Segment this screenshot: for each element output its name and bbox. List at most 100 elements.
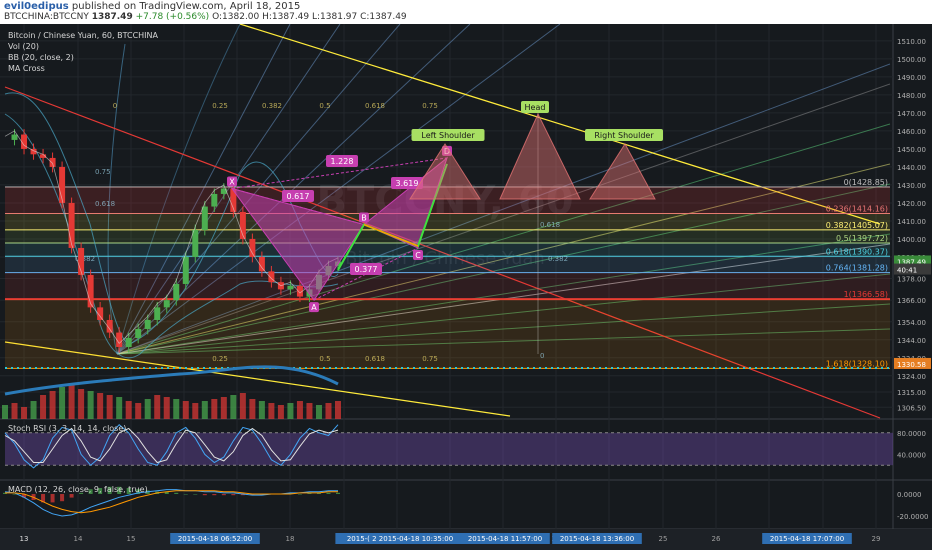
fan-label: 0	[540, 352, 544, 360]
macd-histogram-bar	[174, 492, 179, 494]
volume-bar	[239, 393, 246, 419]
volume-bar	[315, 405, 322, 419]
candle-body	[201, 206, 208, 230]
fan-label: 0.75	[422, 102, 438, 110]
fan-label: 0.382	[548, 255, 568, 263]
volume-bar	[182, 401, 189, 419]
macd-axis-label: 0.0000	[897, 491, 922, 499]
volume-bar	[249, 399, 256, 419]
fib-band	[5, 243, 890, 257]
price-tag-label: 1330.58	[897, 361, 926, 369]
fib-level-label: 0.618(1390.37)	[826, 247, 888, 256]
chart-canvas[interactable]: BTCCNY, 60Bitcoin / Chinese Yuan0(1428.8…	[0, 24, 932, 550]
price-axis-label: 1500.00	[897, 56, 926, 64]
volume-bar	[11, 403, 18, 419]
macd-histogram-bar	[297, 494, 302, 495]
volume-bar	[30, 401, 37, 419]
author-link[interactable]: evil0edipus	[4, 1, 69, 12]
fib-level-label: 0.236(1414.16)	[826, 204, 888, 213]
macd-histogram-bar	[202, 494, 207, 496]
fan-label: 0.75	[95, 168, 111, 176]
volume-bar	[106, 395, 113, 419]
fib-level-label: 1(1366.58)	[844, 290, 888, 299]
volume-bar	[306, 403, 313, 419]
candle-body	[11, 134, 18, 140]
stoch-rsi-label[interactable]: Stoch RSI (3, 3, 14, 14, close)	[8, 424, 126, 433]
volume-bar	[116, 397, 123, 419]
volume-bar	[135, 403, 142, 419]
price-change: +7.78 (+0.56%)	[135, 12, 210, 22]
price-axis-label: 1324.00	[897, 373, 926, 381]
chart-area[interactable]: BTCCNY, 60Bitcoin / Chinese Yuan0(1428.8…	[0, 24, 932, 550]
macd-label[interactable]: MACD (12, 26, close, 9, false, true)	[8, 485, 148, 494]
pattern-point-label: B	[361, 214, 367, 223]
price-axis-label: 1470.00	[897, 110, 926, 118]
volume-bar	[211, 399, 218, 419]
macd-histogram-bar	[69, 494, 74, 498]
volume-bar	[277, 405, 284, 419]
legend-bb[interactable]: BB (20, close, 2)	[8, 52, 158, 63]
macd-histogram-bar	[193, 494, 198, 495]
pattern-ratio-label: 0.617	[287, 192, 310, 201]
fib-level-label: 0(1428.85)	[844, 178, 888, 187]
fan-label: 0	[113, 102, 117, 110]
macd-histogram-bar	[336, 492, 340, 494]
hs-label: Left Shoulder	[421, 131, 475, 140]
volume-bar	[125, 401, 132, 419]
macd-histogram-bar	[60, 494, 65, 502]
time-marker-label: 2015-04-18 13:36:00	[560, 535, 634, 543]
publish-header: evil0edipus published on TradingView.com…	[0, 0, 932, 24]
time-axis-label: 18	[286, 535, 295, 543]
publish-info: published on TradingView.com, April 18, …	[71, 1, 301, 12]
price-axis-label: 1378.00	[897, 276, 926, 284]
macd-axis-label: -20.0000	[897, 513, 928, 521]
pattern-ratio-label: 1.228	[331, 157, 354, 166]
ohlc-values: O:1382.00 H:1387.49 L:1381.97 C:1387.49	[212, 12, 407, 22]
candle-body	[287, 285, 294, 290]
volume-bar	[49, 391, 56, 419]
legend-vol[interactable]: Vol (20)	[8, 41, 158, 52]
fib-band	[5, 272, 890, 300]
stoch-axis-label: 40.0000	[897, 451, 926, 459]
price-axis-label: 1450.00	[897, 146, 926, 154]
fib-level-label: 1.618(1328.10)	[826, 359, 888, 368]
time-marker-label: 2015-04-18 17:07:00	[770, 535, 844, 543]
volume-bar	[78, 389, 85, 419]
fib-band	[5, 213, 890, 230]
candle-body	[135, 328, 142, 338]
legend-ma-cross[interactable]: MA Cross	[8, 63, 158, 74]
pattern-point-label: A	[311, 303, 317, 312]
fan-label: 0.5	[319, 355, 330, 363]
fan-label: 0.25	[212, 355, 228, 363]
fan-label: 0.618	[95, 200, 115, 208]
candle-body	[144, 319, 151, 329]
fan-label: 0.5	[319, 102, 330, 110]
volume-bar	[201, 401, 208, 419]
volume-bar	[220, 397, 227, 419]
candle-body	[163, 300, 170, 308]
time-marker-label: 2015-( 2 2015-04-18 10:35:00	[347, 535, 453, 543]
fib-band	[5, 229, 890, 244]
fib-band	[5, 256, 890, 273]
price-tag-label: 40:41	[897, 267, 917, 275]
volume-bar	[40, 395, 47, 419]
price-axis-label: 1366.00	[897, 297, 926, 305]
pattern-point-label: C	[415, 251, 421, 260]
price-axis-label: 1440.00	[897, 164, 926, 172]
pattern-point-label: X	[229, 178, 235, 187]
hs-label: Head	[525, 103, 546, 112]
time-axis-label: 26	[712, 535, 721, 543]
candle-body	[182, 256, 189, 284]
price-axis-label: 1400.00	[897, 236, 926, 244]
time-axis-label: 15	[127, 535, 136, 543]
price-axis-label: 1410.00	[897, 218, 926, 226]
symbol-name: BTCCHINA:BTCCNY	[4, 12, 89, 22]
price-axis-label: 1430.00	[897, 182, 926, 190]
volume-bar	[296, 401, 303, 419]
candle-body	[49, 157, 56, 167]
price-axis-label: 1490.00	[897, 74, 926, 82]
fan-label: 0.618	[540, 221, 560, 229]
price-axis-label: 1306.50	[897, 404, 926, 412]
candle-body	[192, 229, 199, 257]
chart-legend: Bitcoin / Chinese Yuan, 60, BTCCHINA Vol…	[8, 30, 158, 74]
